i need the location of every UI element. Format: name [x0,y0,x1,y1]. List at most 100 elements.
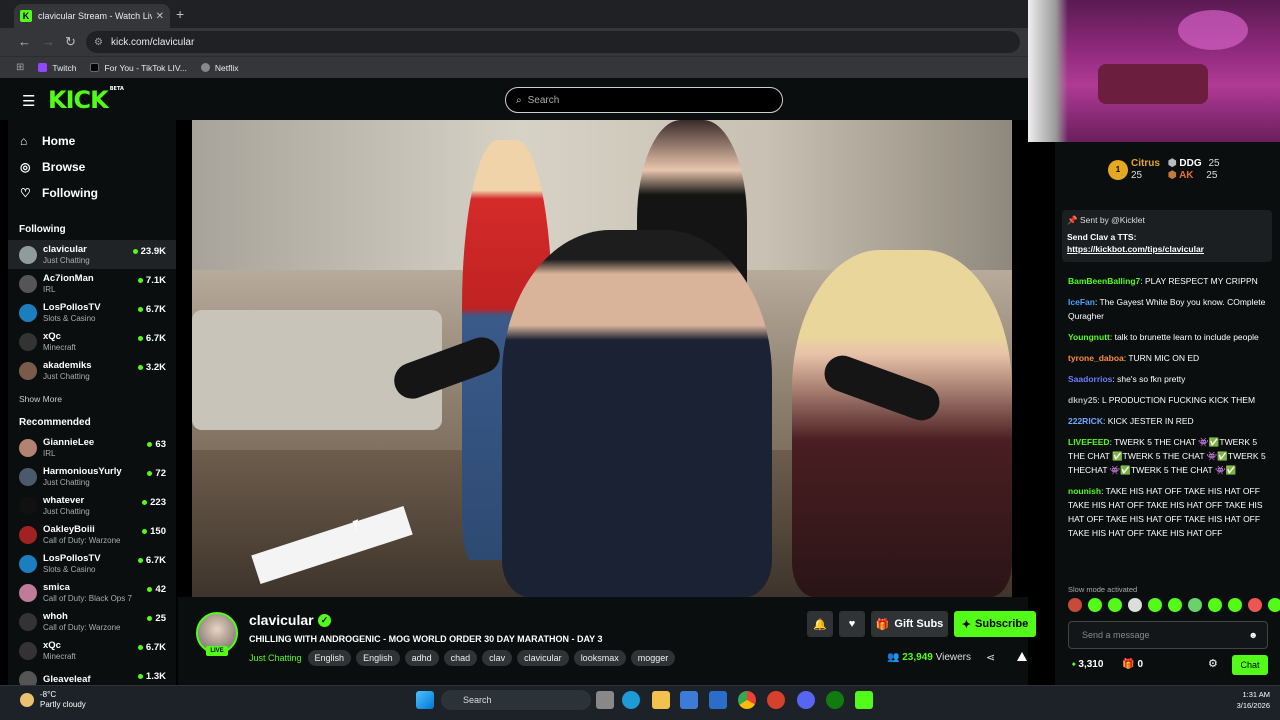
tag-chip[interactable]: clavicular [517,650,569,666]
tag-chip[interactable]: English [356,650,400,666]
sidebar-channel[interactable]: HarmoniousYurly Just Chatting 72 [8,462,176,491]
tag-chip[interactable]: adhd [404,650,439,666]
sidebar-channel[interactable]: whoh Call of Duty: Warzone 25 [8,607,176,636]
edge-icon[interactable] [622,691,640,709]
url-field[interactable]: ⚙ kick.com/clavicular [86,31,1020,53]
reload-icon[interactable]: ↻ [65,34,76,50]
bookmark-netflix[interactable]: Netflix [200,63,238,73]
sidebar-channel[interactable]: smica Call of Duty: Black Ops 7 42 [8,578,176,607]
tag-chip[interactable]: chad [443,650,478,666]
gift-subs-button[interactable]: 🎁 Gift Subs [871,611,948,637]
tag-chip[interactable]: mogger [630,650,676,666]
chat-messages: BamBeenBalling7: PLAY RESPECT MY CRIPPN I… [1068,274,1268,547]
channel-viewers: 72 [147,468,166,479]
chat-username[interactable]: dkny25 [1068,395,1097,405]
sidebar-channel[interactable]: Gleaveleaf 1.3K [8,665,176,685]
chat-message-input[interactable]: Send a message ☻ [1068,621,1268,649]
sidebar-channel[interactable]: OakleyBoiii Call of Duty: Warzone 150 [8,520,176,549]
emote-icon[interactable] [1168,598,1182,612]
sidebar-channel[interactable]: GiannieLee IRL 63 [8,433,176,462]
close-tab-icon[interactable]: ✕ [156,11,164,22]
chat-username[interactable]: Saadorrios [1068,374,1112,384]
bookmark-tiktok[interactable]: For You - TikTok LIV... [90,63,187,73]
bookmark-twitch[interactable]: Twitch [38,63,76,73]
outlook-icon[interactable] [709,691,727,709]
emote-icon[interactable] [1068,598,1082,612]
gifter-name[interactable]: Citrus [1131,158,1160,170]
weather-widget[interactable]: -8°C Partly cloudy [20,690,86,710]
back-icon[interactable]: ← [18,34,31,49]
pinned-link[interactable]: https://kickbot.com/tips/clavicular [1067,244,1267,254]
emote-icon[interactable] [1208,598,1222,612]
chat-username[interactable]: BamBeenBalling7 [1068,276,1140,286]
tag-chip[interactable]: clav [482,650,513,666]
points-count[interactable]: 3,310 [1078,659,1103,670]
chat-settings-icon[interactable]: ⚙ [1208,657,1218,670]
windows-start-icon[interactable] [416,691,434,709]
chat-message: BamBeenBalling7: PLAY RESPECT MY CRIPPN [1068,276,1258,286]
bookmarks-bar: ⊞ Twitch For You - TikTok LIV... Netflix [0,56,1028,78]
sidebar-channel[interactable]: LosPollosTV Slots & Casino 6.7K [8,298,176,327]
chat-username[interactable]: nounish [1068,486,1101,496]
channel-avatar [19,303,37,322]
app-icon[interactable] [767,691,785,709]
sidebar-channel[interactable]: clavicular Just Chatting 23.9K [8,240,176,269]
chat-username[interactable]: tyrone_daboa [1068,353,1124,363]
chat-username[interactable]: Youngnutt [1068,332,1110,342]
show-more-link[interactable]: Show More [8,385,176,413]
sidebar-channel[interactable]: whatever Just Chatting 223 [8,491,176,520]
chat-username[interactable]: 222RICK [1068,416,1103,426]
send-chat-button[interactable]: Chat [1232,655,1268,675]
tag-chip[interactable]: looksmax [573,650,626,666]
kick-logo[interactable]: KICK BETA [48,86,124,114]
following-list: clavicular Just Chatting 23.9K Ac7ionMan IRL… [8,240,176,385]
report-icon[interactable] [1017,652,1027,661]
emote-icon[interactable] [1108,598,1122,612]
follow-heart-button[interactable]: ♥ [839,611,865,637]
tiktok-icon [90,63,100,72]
menu-icon[interactable]: ☰ [22,92,35,110]
emote-icon[interactable] [1148,598,1162,612]
sidebar-channel[interactable]: Ac7ionMan IRL 7.1K [8,269,176,298]
forward-icon[interactable]: → [42,34,55,49]
xbox-icon[interactable] [826,691,844,709]
sidebar-channel[interactable]: LosPollosTV Slots & Casino 6.7K [8,549,176,578]
sidebar-item-following[interactable]: ♡ Following [8,180,176,206]
system-clock[interactable]: 1:31 AM 3/16/2026 [1226,689,1270,711]
emote-icon[interactable] [1248,598,1262,612]
emoji-picker-icon[interactable]: ☻ [1249,622,1258,648]
sidebar-channel[interactable]: xQc Minecraft 6.7K [8,327,176,356]
store-icon[interactable] [680,691,698,709]
browser-tab[interactable]: K clavicular Stream - Watch Live o ✕ [14,4,170,28]
chrome-icon[interactable] [738,691,756,709]
emote-icon[interactable] [1268,598,1280,612]
tag-chip[interactable]: English [307,650,352,666]
folder-icon[interactable] [652,691,670,709]
chat-username[interactable]: IceFan [1068,297,1095,307]
search-input[interactable]: ⌕ Search [505,87,783,113]
chat-username[interactable]: LIVEFEED [1068,437,1110,447]
gifter-name[interactable]: DDG [1179,158,1201,169]
apps-icon[interactable]: ⊞ [16,62,24,73]
gifter-name[interactable]: AK [1179,170,1193,181]
category-link[interactable]: Just Chatting [249,653,302,663]
taskbar-search[interactable]: Search [441,690,591,710]
site-info-icon[interactable]: ⚙ [94,37,103,48]
discord-icon[interactable] [797,691,815,709]
emote-icon[interactable] [1088,598,1102,612]
subscribe-button[interactable]: ✦ Subscribe [954,611,1036,637]
emote-icon[interactable] [1128,598,1142,612]
sidebar-channel[interactable]: akademiks Just Chatting 3.2K [8,356,176,385]
video-player[interactable] [192,120,1012,597]
emote-icon[interactable] [1188,598,1202,612]
file-explorer-icon[interactable] [596,691,614,709]
share-icon[interactable]: ⋖ [986,651,995,664]
emote-icon[interactable] [1228,598,1242,612]
sidebar-item-browse[interactable]: ◎ Browse [8,154,176,180]
kick-app-icon[interactable] [855,691,873,709]
sidebar-channel[interactable]: xQc Minecraft 6.7K [8,636,176,665]
sidebar-item-home[interactable]: ⌂ Home [8,128,176,154]
new-tab-button[interactable]: + [176,6,184,22]
notification-bell-button[interactable]: 🔔 [807,611,833,637]
channel-name[interactable]: clavicular [249,612,314,628]
